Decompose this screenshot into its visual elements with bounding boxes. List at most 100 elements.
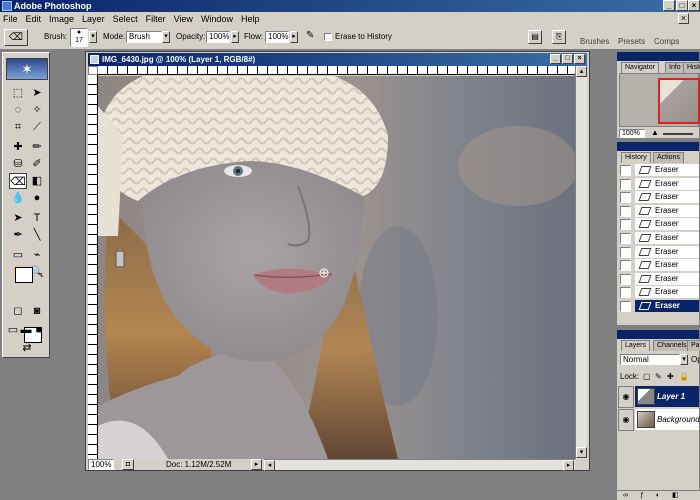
scroll-left-icon[interactable]: ◂ bbox=[264, 460, 275, 471]
layer-row-layer-1[interactable]: Layer 1 bbox=[635, 386, 699, 408]
standard-mode-icon[interactable]: ◻ bbox=[9, 303, 27, 319]
history-source-checkbox[interactable] bbox=[620, 273, 631, 285]
menu-window[interactable]: Window bbox=[201, 14, 233, 24]
layer-style-icon[interactable]: ƒ bbox=[640, 492, 644, 499]
quick-mask-icon[interactable]: ◙ bbox=[28, 303, 46, 319]
eraser-tool-icon[interactable]: ⌫ bbox=[9, 173, 27, 189]
history-state-item[interactable]: Eraser bbox=[635, 191, 699, 205]
tool-preset-eraser-icon[interactable]: ⌫ bbox=[4, 29, 28, 46]
slice-tool-icon[interactable]: ⟋ bbox=[28, 119, 46, 135]
history-source-checkbox[interactable] bbox=[620, 233, 631, 244]
tab-history[interactable]: History bbox=[621, 152, 651, 163]
brush-preset-picker[interactable]: ● 17 bbox=[70, 28, 88, 47]
navigator-thumbnail-area[interactable] bbox=[619, 73, 700, 127]
path-selection-icon[interactable]: ➤ bbox=[9, 210, 27, 226]
screen-mode-standard-icon[interactable]: ▭ bbox=[7, 322, 19, 338]
history-source-checkbox[interactable] bbox=[620, 205, 631, 217]
history-state-item[interactable]: Eraser bbox=[635, 232, 699, 245]
flow-slider-icon[interactable]: ▸ bbox=[290, 31, 298, 43]
mode-select[interactable]: Brush bbox=[126, 31, 162, 43]
history-source-checkbox[interactable] bbox=[620, 246, 631, 258]
tab-histogram[interactable]: Histo bbox=[683, 62, 700, 73]
move-tool-icon[interactable]: ➤ bbox=[28, 85, 46, 101]
history-state-item[interactable]: Eraser bbox=[635, 164, 699, 177]
new-document-icon[interactable]: ⎘ bbox=[552, 30, 566, 44]
menu-help[interactable]: Help bbox=[241, 14, 260, 24]
menu-view[interactable]: View bbox=[174, 14, 193, 24]
status-info-icon[interactable]: ◘ bbox=[122, 459, 134, 470]
airbrush-icon[interactable]: ✎ bbox=[306, 30, 314, 41]
well-tab-comps[interactable]: Comps bbox=[654, 37, 679, 46]
swap-colors-icon[interactable]: ↔ bbox=[31, 265, 49, 281]
ruler-origin[interactable] bbox=[88, 66, 98, 75]
tab-info[interactable]: Info bbox=[665, 62, 685, 73]
jump-to-imageready-icon[interactable]: ⇄ bbox=[9, 340, 45, 356]
history-brush-icon[interactable]: ✐ bbox=[28, 156, 46, 172]
vertical-scrollbar[interactable]: ▴ ▾ bbox=[575, 66, 587, 459]
new-layer-icon[interactable]: ◧ bbox=[672, 492, 679, 499]
history-state-item[interactable]: Eraser bbox=[635, 286, 699, 300]
history-state-item[interactable]: Eraser bbox=[635, 300, 699, 313]
menu-file[interactable]: File bbox=[3, 14, 18, 24]
horizontal-ruler[interactable] bbox=[98, 66, 587, 75]
line-tool-icon[interactable]: ╲ bbox=[28, 227, 46, 243]
history-state-item[interactable]: Eraser bbox=[635, 218, 699, 232]
link-layers-icon[interactable]: ∞ bbox=[623, 492, 628, 499]
navigator-zoom-field[interactable]: 100% bbox=[619, 129, 645, 138]
scroll-right-icon[interactable]: ▸ bbox=[563, 460, 574, 471]
blend-mode-dropdown-icon[interactable]: ▾ bbox=[680, 354, 688, 365]
layer-mask-icon[interactable]: ◐ bbox=[656, 492, 660, 499]
scroll-down-icon[interactable]: ▾ bbox=[576, 447, 587, 458]
well-tab-presets[interactable]: Presets bbox=[618, 37, 645, 46]
navigator-zoom-slider[interactable] bbox=[663, 133, 693, 135]
notes-tool-icon[interactable]: ▭ bbox=[9, 247, 27, 263]
menu-edit[interactable]: Edit bbox=[26, 14, 42, 24]
mode-dropdown-icon[interactable]: ▾ bbox=[162, 31, 170, 43]
blend-mode-select[interactable]: Normal bbox=[620, 354, 680, 365]
marquee-tool-icon[interactable]: ⬚ bbox=[9, 85, 27, 101]
horizontal-scrollbar[interactable]: ◂ ▸ bbox=[264, 459, 575, 471]
pen-tool-icon[interactable]: ✒ bbox=[9, 227, 27, 243]
gradient-tool-icon[interactable]: ◧ bbox=[28, 173, 46, 189]
tab-layers[interactable]: Layers bbox=[621, 340, 651, 351]
background-visibility-icon[interactable]: ◉ bbox=[618, 409, 634, 431]
screen-mode-full-icon[interactable]: ■ bbox=[33, 322, 45, 338]
erase-to-history-checkbox[interactable] bbox=[324, 33, 332, 41]
lasso-tool-icon[interactable]: ◌ bbox=[9, 102, 27, 118]
tab-paths[interactable]: Pa bbox=[687, 340, 700, 351]
opacity-input[interactable]: 100% bbox=[206, 31, 230, 43]
menu-select[interactable]: Select bbox=[113, 14, 138, 24]
history-state-item[interactable]: Eraser bbox=[635, 245, 699, 259]
flow-input[interactable]: 100% bbox=[265, 31, 289, 43]
status-menu-icon[interactable]: ▸ bbox=[251, 459, 262, 470]
history-state-item[interactable]: Eraser bbox=[635, 272, 699, 286]
history-state-item[interactable]: Eraser bbox=[635, 204, 699, 218]
document-close-icon[interactable]: × bbox=[678, 13, 689, 24]
lock-image-icon[interactable]: ✎ bbox=[655, 372, 662, 381]
lock-all-icon[interactable]: 🔒 bbox=[679, 372, 689, 381]
history-source-checkbox[interactable] bbox=[620, 192, 631, 204]
blur-tool-icon[interactable]: 💧 bbox=[9, 190, 27, 206]
history-state-item[interactable]: Eraser bbox=[635, 177, 699, 191]
zoom-out-icon[interactable]: ▲ bbox=[651, 128, 659, 137]
zoom-field[interactable]: 100% bbox=[88, 459, 114, 470]
menu-layer[interactable]: Layer bbox=[82, 14, 105, 24]
healing-brush-icon[interactable]: ✚ bbox=[9, 139, 27, 155]
crop-tool-icon[interactable]: ⌗ bbox=[9, 119, 27, 135]
history-source-checkbox[interactable] bbox=[620, 260, 631, 272]
layer-row-background[interactable]: Background bbox=[635, 409, 700, 431]
history-state-item[interactable]: Eraser bbox=[635, 259, 699, 273]
doc-minimize-icon[interactable]: _ bbox=[550, 54, 561, 64]
history-source-checkbox[interactable] bbox=[620, 301, 631, 312]
history-source-checkbox[interactable] bbox=[620, 178, 631, 190]
image-canvas[interactable] bbox=[98, 76, 575, 459]
tab-navigator[interactable]: Navigator bbox=[621, 62, 659, 73]
doc-close-icon[interactable]: × bbox=[574, 54, 585, 64]
brush-dropdown-icon[interactable]: ▾ bbox=[89, 31, 97, 43]
magic-wand-icon[interactable]: ✧ bbox=[28, 102, 46, 118]
opacity-slider-icon[interactable]: ▸ bbox=[231, 31, 239, 43]
lock-position-icon[interactable]: ✚ bbox=[667, 372, 674, 381]
maximize-icon[interactable]: □ bbox=[676, 0, 688, 11]
file-browser-icon[interactable]: ▤ bbox=[528, 30, 542, 44]
menu-image[interactable]: Image bbox=[49, 14, 74, 24]
